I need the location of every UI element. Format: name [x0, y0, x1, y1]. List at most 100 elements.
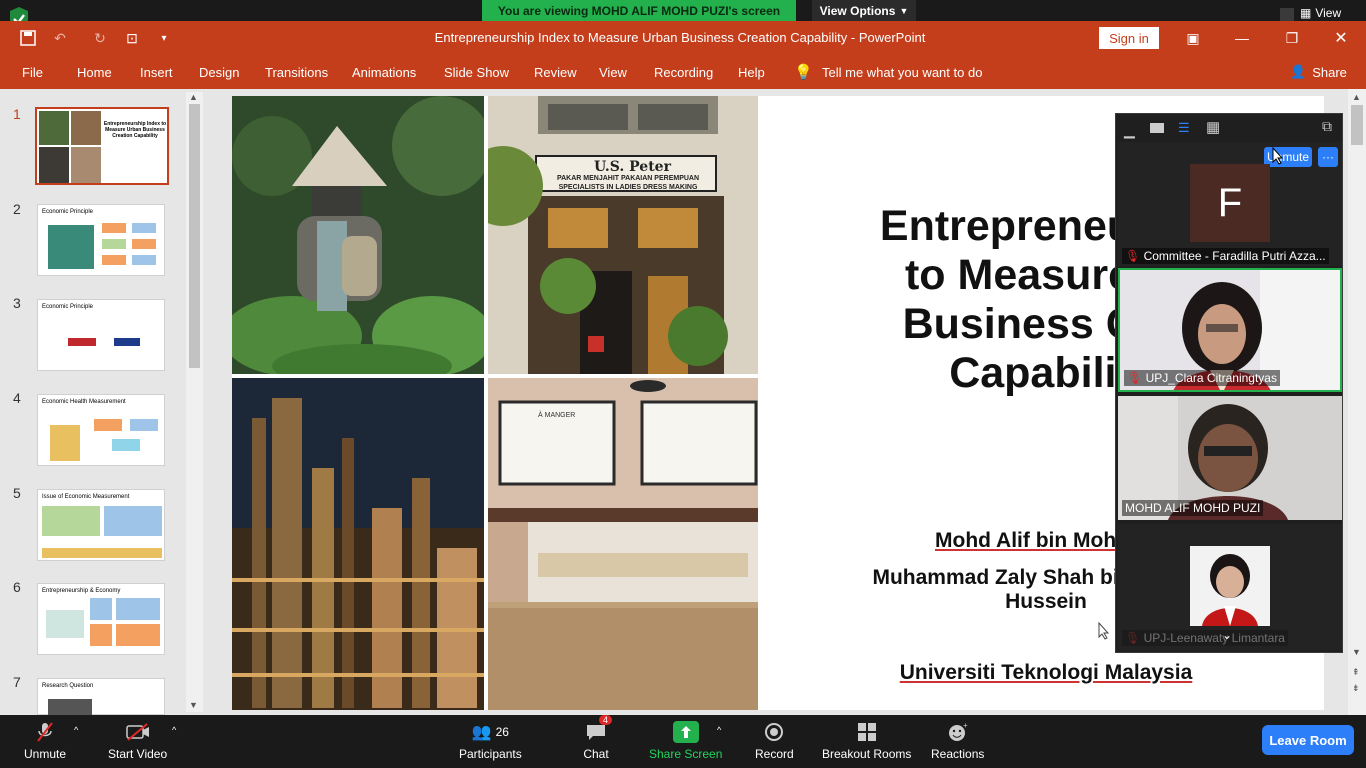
restore-icon[interactable]: ❐ — [1282, 28, 1302, 48]
slide-thumbnail-7[interactable]: Research Question — [37, 678, 165, 716]
tab-help[interactable]: Help — [738, 65, 765, 80]
scroll-thumb[interactable] — [189, 104, 200, 368]
shop-photo — [488, 96, 758, 374]
thumb-box — [116, 598, 160, 620]
chat-label: Chat — [583, 747, 609, 761]
tab-recording[interactable]: Recording — [654, 65, 713, 80]
chat-badge: 4 — [599, 715, 613, 725]
slide-thumbnail-5[interactable]: Issue of Economic Measurement — [37, 489, 165, 561]
strip-view-icon[interactable]: ☰ — [1178, 120, 1192, 135]
unmute-button[interactable]: Unmute — [24, 721, 66, 761]
record-button[interactable]: Record — [755, 721, 794, 761]
participant-photo — [1190, 546, 1270, 626]
previous-slide-icon[interactable]: ⇞ — [1352, 667, 1360, 678]
participant-tile-active[interactable]: 🎙 UPJ_Clara Citraningtyas — [1118, 268, 1342, 392]
reactions-button[interactable]: + Reactions — [931, 721, 984, 761]
chevron-up-icon[interactable]: ^ — [172, 725, 176, 735]
scroll-thumb[interactable] — [1351, 105, 1363, 145]
participants-icon: 👥 26 — [471, 724, 509, 741]
video-off-icon — [125, 721, 151, 743]
thumb-box — [42, 506, 100, 536]
slide-thumbnail-1[interactable]: Entrepreneurship Index to Measure Urban … — [35, 107, 169, 185]
chat-button[interactable]: 4 Chat — [583, 715, 613, 761]
slide-scrollbar[interactable]: ▲ ▼ ⇞ ⇟ — [1348, 89, 1366, 715]
save-icon[interactable] — [18, 28, 38, 48]
tell-me-search[interactable]: Tell me what you want to do — [822, 65, 982, 80]
shop-sign-line: PAKAR MENJAHIT PAKAIAN PEREMPUAN — [556, 175, 700, 182]
chevron-up-icon[interactable]: ^ — [74, 725, 78, 735]
minimize-panel-icon[interactable]: ▁ — [1124, 122, 1135, 139]
participant-name: MOHD ALIF MOHD PUZI — [1125, 501, 1261, 515]
close-icon[interactable]: ✕ — [1331, 28, 1351, 48]
thumb-box — [132, 223, 156, 233]
tab-review[interactable]: Review — [534, 65, 577, 80]
start-slideshow-icon[interactable]: ⊡ — [122, 28, 142, 48]
tab-view[interactable]: View — [599, 65, 627, 80]
sign-in-button[interactable]: Sign in — [1099, 27, 1159, 49]
participant-name: UPJ-Leenawaty Limantara — [1143, 631, 1285, 645]
tab-transitions[interactable]: Transitions — [265, 65, 328, 80]
speaker-view-icon[interactable] — [1150, 123, 1164, 133]
thumb-box — [112, 439, 140, 451]
chat-icon: 4 — [583, 715, 613, 743]
participants-button[interactable]: 👥 26 Participants — [459, 721, 522, 761]
farmer-photo — [232, 96, 484, 374]
svg-text:+: + — [963, 722, 968, 730]
view-options-button[interactable]: View Options ▼ — [812, 0, 916, 21]
tab-file[interactable]: File — [22, 65, 43, 80]
mouse-cursor-icon — [1098, 622, 1110, 640]
minimize-icon[interactable]: — — [1232, 28, 1252, 48]
leave-room-button[interactable]: Leave Room — [1262, 725, 1354, 755]
participants-label: Participants — [459, 747, 522, 761]
exit-window-icon[interactable]: ⧉ — [1322, 118, 1332, 135]
slide-thumbnail-6[interactable]: Entrepreneurship & Economy — [37, 583, 165, 655]
share-banner: You are viewing MOHD ALIF MOHD PUZI's sc… — [482, 0, 796, 21]
start-video-button[interactable]: Start Video — [108, 721, 167, 761]
customize-toolbar-icon[interactable]: ▾ — [154, 28, 174, 48]
scroll-down-icon[interactable]: ▼ — [1352, 647, 1361, 657]
scroll-down-icon[interactable]: ▼ — [189, 700, 198, 710]
participant-tile[interactable]: Unmute ··· F 🎙 Committee - Faradilla Put… — [1118, 142, 1342, 266]
share-screen-button[interactable]: Share Screen — [649, 721, 722, 761]
chevron-down-icon[interactable]: ⌄ — [1222, 628, 1232, 642]
thumb-title: Research Question — [42, 683, 94, 689]
scroll-up-icon[interactable]: ▲ — [189, 92, 198, 102]
muted-mic-icon: 🎙 — [1125, 631, 1141, 645]
thumb-box — [132, 255, 156, 265]
thumb-number: 1 — [13, 106, 21, 122]
participant-name: Committee - Faradilla Putri Azza... — [1143, 249, 1326, 263]
thumb-title: Economic Principle — [42, 304, 94, 310]
unmute-label: Unmute — [24, 747, 67, 761]
gallery-view-icon[interactable]: ▦ — [1206, 118, 1220, 136]
ribbon-tabs: File Home Insert Design Transitions Anim… — [0, 55, 1366, 89]
share-button[interactable]: 👤 Share — [1290, 64, 1347, 80]
ribbon-display-icon[interactable]: ▣ — [1183, 28, 1203, 48]
breakout-rooms-label: Breakout Rooms — [822, 747, 912, 761]
tab-insert[interactable]: Insert — [140, 65, 173, 80]
participant-tile[interactable]: 🎙 UPJ-Leenawaty Limantara ⌄ — [1118, 524, 1342, 650]
thumb-box — [130, 419, 158, 431]
thumb-number: 3 — [13, 295, 21, 311]
tab-design[interactable]: Design — [199, 65, 239, 80]
tab-animations[interactable]: Animations — [352, 65, 416, 80]
breakout-rooms-button[interactable]: Breakout Rooms — [822, 721, 911, 761]
more-options-button[interactable]: ··· — [1318, 147, 1338, 167]
participant-name: UPJ_Clara Citraningtyas — [1145, 371, 1277, 385]
slide-thumbnail-2[interactable]: Economic Principle — [37, 204, 165, 276]
slide-thumbnail-3[interactable]: Economic Principle — [37, 299, 165, 371]
scroll-up-icon[interactable]: ▲ — [1352, 92, 1361, 102]
redo-icon[interactable]: ↻ — [90, 28, 110, 48]
refinery-photo — [232, 378, 484, 710]
thumb-box — [102, 255, 126, 265]
thumbnail-scrollbar[interactable]: ▲ ▼ — [186, 92, 203, 712]
thumb-photo — [71, 147, 101, 183]
slide-thumbnail-4[interactable]: Economic Health Measurement — [37, 394, 165, 466]
undo-icon[interactable]: ↶ — [50, 28, 70, 48]
participant-tile[interactable]: MOHD ALIF MOHD PUZI — [1118, 396, 1342, 520]
tab-slide-show[interactable]: Slide Show — [444, 65, 509, 80]
thumb-graphic — [50, 425, 80, 461]
thumb-title: Issue of Economic Measurement — [42, 494, 130, 500]
tab-home[interactable]: Home — [77, 65, 112, 80]
chevron-up-icon[interactable]: ^ — [717, 725, 721, 735]
next-slide-icon[interactable]: ⇟ — [1352, 683, 1360, 694]
